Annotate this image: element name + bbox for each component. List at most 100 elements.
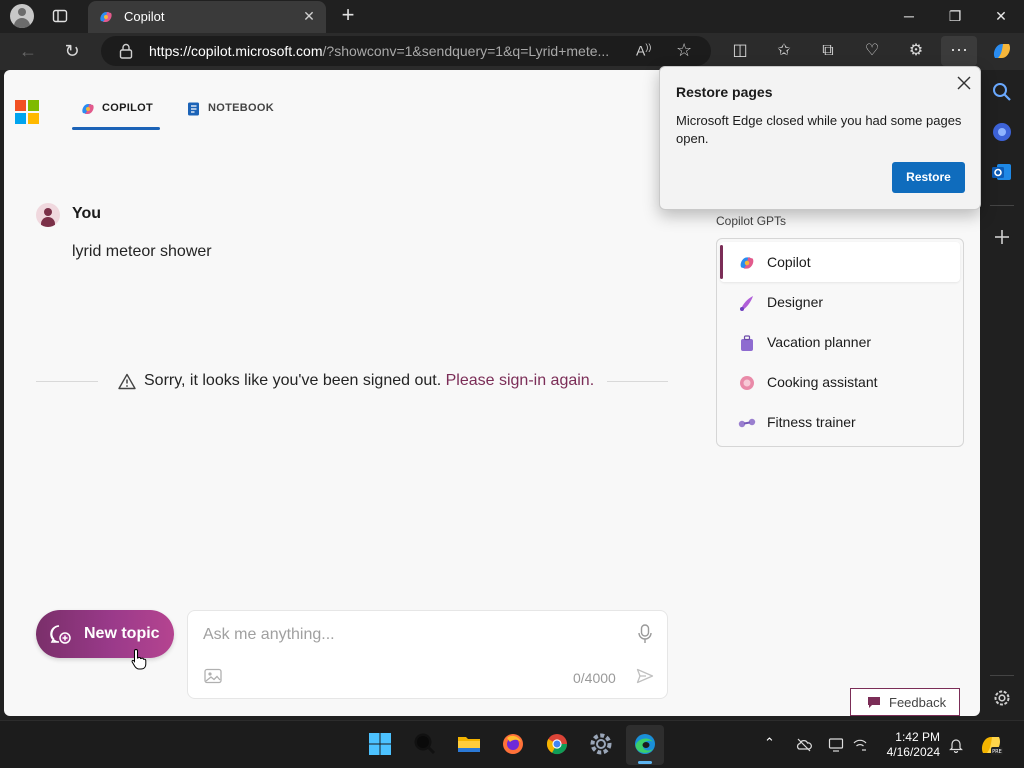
minimize-button[interactable]: ─ xyxy=(886,0,932,33)
gpt-item-label: Vacation planner xyxy=(767,334,872,350)
new-topic-label: New topic xyxy=(84,625,160,642)
tab-copilot[interactable]: COPILOT xyxy=(72,100,160,130)
chat-composer: 0/4000 xyxy=(187,610,668,699)
feedback-icon xyxy=(868,697,880,708)
user-avatar xyxy=(36,203,60,227)
tab-actions-icon[interactable] xyxy=(52,8,68,24)
search-icon[interactable] xyxy=(990,80,1014,104)
microphone-icon[interactable] xyxy=(638,624,652,644)
search-icon[interactable] xyxy=(411,730,439,758)
char-counter: 0/4000 xyxy=(573,670,616,686)
edge-icon[interactable] xyxy=(631,730,659,758)
active-tab-indicator xyxy=(72,127,160,130)
outlook-icon[interactable] xyxy=(990,160,1014,184)
edge-sidebar xyxy=(980,70,1024,720)
message-author: You xyxy=(72,205,102,222)
restore-window-button[interactable]: ❐ xyxy=(932,0,978,33)
chevron-up-icon[interactable]: ⌃ xyxy=(764,735,780,751)
gpt-item-cooking-assistant[interactable]: Cooking assistant xyxy=(720,362,960,402)
suitcase-icon xyxy=(741,335,753,351)
windows-start-icon[interactable] xyxy=(366,730,394,758)
sign-in-link[interactable]: Please sign-in again. xyxy=(446,372,595,389)
new-chat-icon xyxy=(50,625,71,644)
firefox-icon[interactable] xyxy=(499,730,527,758)
copilot-taskbar-icon[interactable]: PRE xyxy=(978,732,1004,758)
gpt-item-designer[interactable]: Designer xyxy=(720,282,960,322)
sidebar-separator xyxy=(990,675,1014,676)
favorite-star-icon[interactable]: ☆ xyxy=(676,40,696,60)
title-bar: Copilot ✕ + ─ ❐ ✕ xyxy=(0,0,1024,33)
tab-notebook[interactable]: NOTEBOOK xyxy=(186,100,276,130)
popup-message: Microsoft Edge closed while you had some… xyxy=(676,113,962,146)
back-button[interactable]: ← xyxy=(16,40,40,64)
url-text[interactable]: https://copilot.microsoft.com/?showconv=… xyxy=(149,43,629,59)
hand-cursor-icon xyxy=(131,648,147,670)
tab-copilot-label: COPILOT xyxy=(102,102,153,114)
copilot-icon xyxy=(740,257,754,269)
onedrive-icon[interactable] xyxy=(796,737,812,753)
clock-date: 4/16/2024 xyxy=(886,745,940,759)
warning-icon xyxy=(118,373,136,390)
notification-bell-icon[interactable] xyxy=(948,737,964,753)
designer-icon xyxy=(740,296,753,311)
more-options-icon[interactable]: ··· xyxy=(941,36,977,66)
browser-tab[interactable]: Copilot ✕ xyxy=(88,1,326,33)
collections-icon[interactable]: ⧉ xyxy=(816,40,840,64)
dumbbell-icon xyxy=(738,418,756,428)
profile-avatar[interactable] xyxy=(10,4,34,28)
copilot-app-icon[interactable] xyxy=(990,120,1014,144)
navigation-bar: ← ↻ https://copilot.microsoft.com/?showc… xyxy=(0,33,1024,70)
feedback-label: Feedback xyxy=(889,695,947,710)
favorites-icon[interactable]: ✩ xyxy=(772,40,796,64)
close-icon[interactable] xyxy=(954,73,974,93)
network-icon[interactable] xyxy=(852,737,868,753)
display-icon[interactable] xyxy=(828,737,844,753)
ask-input[interactable] xyxy=(203,626,623,644)
close-window-button[interactable]: ✕ xyxy=(978,0,1024,33)
chrome-icon[interactable] xyxy=(543,730,571,758)
add-icon[interactable] xyxy=(990,225,1014,249)
restore-button[interactable]: Restore xyxy=(892,162,965,193)
gpt-item-vacation-planner[interactable]: Vacation planner xyxy=(720,322,960,362)
system-clock[interactable]: 1:42 PM 4/16/2024 xyxy=(880,730,940,760)
gpts-list: Copilot Designer Vacation planner Cookin… xyxy=(716,238,964,447)
refresh-button[interactable]: ↻ xyxy=(60,40,84,64)
microsoft-logo[interactable] xyxy=(15,100,39,124)
browser-essentials-icon[interactable]: ♡ xyxy=(860,40,884,64)
address-bar[interactable]: https://copilot.microsoft.com/?showconv=… xyxy=(101,36,711,66)
new-topic-button[interactable]: New topic xyxy=(36,610,174,658)
clock-time: 1:42 PM xyxy=(895,730,940,744)
new-tab-button[interactable]: + xyxy=(336,4,360,28)
gpt-item-fitness-trainer[interactable]: Fitness trainer xyxy=(720,402,960,442)
tab-title: Copilot xyxy=(124,9,165,24)
tab-notebook-label: NOTEBOOK xyxy=(208,102,274,114)
divider xyxy=(607,381,668,382)
copilot-favicon-icon xyxy=(100,12,112,22)
notice-text: Sorry, it looks like you've been signed … xyxy=(144,372,442,389)
gpt-item-label: Fitness trainer xyxy=(767,414,856,430)
settings-gear-icon[interactable] xyxy=(587,730,615,758)
gpt-item-copilot[interactable]: Copilot xyxy=(720,242,960,282)
user-message: lyrid meteor shower xyxy=(72,243,212,260)
copilot-sidebar-icon[interactable] xyxy=(990,39,1014,63)
feedback-button[interactable]: Feedback xyxy=(850,688,960,716)
send-icon[interactable] xyxy=(636,668,654,684)
restore-pages-popup: Restore pages Microsoft Edge closed whil… xyxy=(659,66,981,210)
settings-gear-icon[interactable] xyxy=(990,686,1014,710)
read-aloud-icon[interactable]: A)) xyxy=(636,42,654,60)
gpt-item-label: Cooking assistant xyxy=(767,374,878,390)
gpt-item-label: Designer xyxy=(767,294,824,310)
tab-close-icon[interactable]: ✕ xyxy=(300,7,318,25)
extensions-icon[interactable]: ⚙ xyxy=(904,40,928,64)
split-screen-icon[interactable]: ◫ xyxy=(728,40,752,64)
cooking-icon xyxy=(740,376,754,390)
lock-icon[interactable] xyxy=(119,43,133,59)
divider xyxy=(36,381,98,382)
notebook-icon xyxy=(188,102,199,116)
sidebar-separator xyxy=(990,205,1014,206)
file-explorer-icon[interactable] xyxy=(455,730,483,758)
svg-text:PRE: PRE xyxy=(992,749,1002,755)
add-image-icon[interactable] xyxy=(204,668,222,684)
gpt-item-label: Copilot xyxy=(767,254,811,270)
taskbar: ⌃ 1:42 PM 4/16/2024 PRE xyxy=(0,720,1024,768)
